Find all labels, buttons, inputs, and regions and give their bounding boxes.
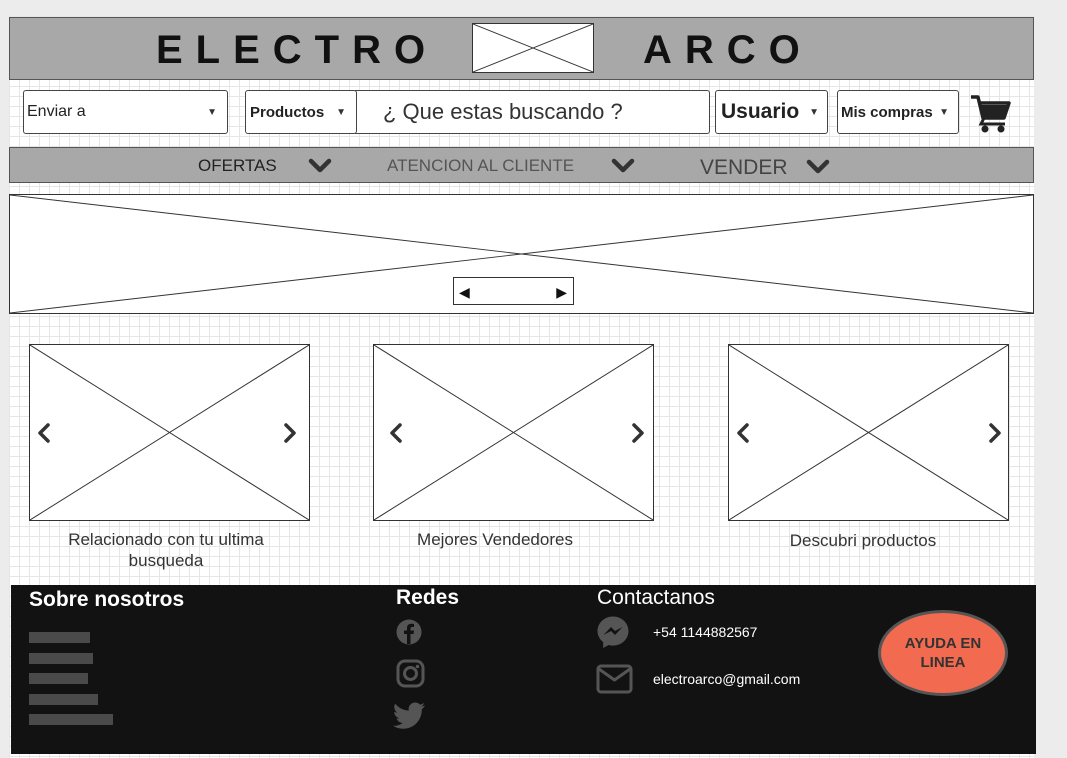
search-input[interactable]: ¿ Que estas buscando ?	[355, 90, 710, 134]
chevron-right-icon[interactable]	[987, 422, 1003, 444]
help-online-button[interactable]: AYUDA EN LINEA	[878, 610, 1008, 696]
logo-image-placeholder	[472, 23, 594, 73]
about-link-placeholder[interactable]	[29, 673, 88, 684]
about-link-placeholder[interactable]	[29, 694, 98, 705]
nav-item-atencion-al-cliente[interactable]: ATENCION AL CLIENTE	[387, 156, 639, 178]
category-label: Productos	[250, 103, 325, 121]
chevron-down-icon	[611, 158, 635, 173]
social-title: Redes	[396, 586, 460, 609]
nav-item-vender[interactable]: VENDER	[700, 156, 834, 180]
logo-text-left: ELECTRO	[156, 28, 439, 72]
twitter-icon[interactable]	[393, 702, 426, 729]
chevron-right-icon[interactable]	[282, 422, 298, 444]
arrow-left-icon[interactable]: ◀	[459, 284, 470, 301]
card-title: Descubri productos	[789, 531, 937, 550]
search-placeholder: ¿ Que estas buscando ?	[383, 99, 623, 124]
chevron-left-icon[interactable]	[36, 422, 52, 444]
mail-icon[interactable]	[596, 664, 633, 694]
nav-item-label: OFERTAS	[198, 156, 277, 175]
nav-item-label: VENDER	[700, 156, 788, 179]
chevron-left-icon[interactable]	[388, 422, 404, 444]
contact-email[interactable]: electroarco@gmail.com	[653, 671, 800, 687]
about-link-placeholder[interactable]	[29, 653, 93, 664]
category-select[interactable]: Productos ▼	[245, 90, 357, 134]
card-title: Mejores Vendedores	[417, 530, 573, 549]
chevron-right-icon[interactable]	[630, 422, 646, 444]
user-menu[interactable]: Usuario ▼	[715, 90, 828, 134]
nav-item-ofertas[interactable]: OFERTAS	[198, 156, 334, 178]
chevron-down-icon: ▼	[207, 106, 217, 118]
logo-text-right: ARCO	[643, 28, 813, 72]
card-image-placeholder	[373, 344, 654, 521]
chevron-down-icon	[308, 158, 332, 173]
instagram-icon[interactable]	[396, 659, 425, 688]
card-image-placeholder	[29, 344, 310, 521]
purchases-menu[interactable]: Mis compras ▼	[837, 90, 959, 134]
card-image-placeholder	[728, 344, 1009, 521]
chevron-down-icon: ▼	[336, 106, 346, 118]
messenger-icon[interactable]	[596, 615, 630, 649]
arrow-right-icon[interactable]: ▶	[556, 284, 567, 301]
ship-to-label: Enviar a	[27, 103, 86, 120]
chevron-down-icon: ▼	[809, 106, 819, 118]
nav-item-label: ATENCION AL CLIENTE	[387, 156, 575, 175]
chevron-down-icon: ▼	[939, 106, 949, 118]
banner-pager: ◀ ▶	[453, 277, 574, 305]
ship-to-select[interactable]: Enviar a ▼	[23, 90, 228, 134]
chevron-left-icon[interactable]	[735, 422, 751, 444]
purchases-label: Mis compras	[841, 103, 933, 121]
about-link-placeholder[interactable]	[29, 714, 113, 725]
contact-title: Contactanos	[597, 586, 715, 609]
user-label: Usuario	[721, 100, 800, 123]
shopping-cart-icon[interactable]	[969, 94, 1011, 134]
chevron-down-icon	[806, 159, 830, 174]
card-title: Relacionado con tu ultima busqueda	[68, 530, 264, 570]
facebook-icon[interactable]	[396, 619, 422, 645]
about-title: Sobre nosotros	[29, 588, 185, 611]
about-link-placeholder[interactable]	[29, 632, 90, 643]
contact-phone: +54 1144882567	[653, 624, 758, 640]
